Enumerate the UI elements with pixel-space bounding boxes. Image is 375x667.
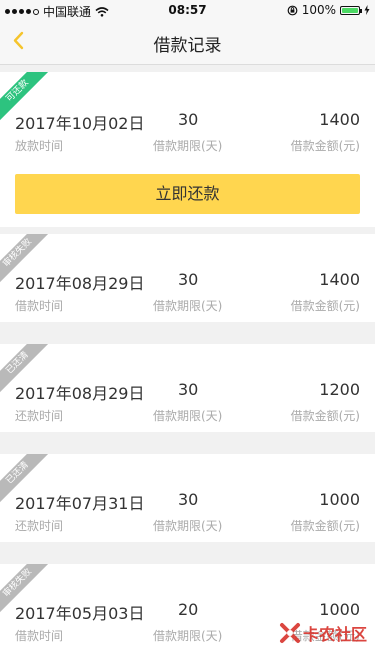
- battery-icon: [340, 5, 362, 15]
- loan-record-card: 审核失败 2017年08月29日 30 1400 借款时间 借款期限(天) 借款…: [0, 234, 375, 322]
- page-title: 借款记录: [153, 36, 222, 56]
- amount-label: 借款金额(元): [290, 519, 360, 533]
- battery-percent: 100%: [301, 3, 336, 17]
- loan-record-card: 审核失败 2017年05月03日 20 1000 借款时间 借款期限(天) 借款…: [0, 564, 375, 667]
- date-label: 放款时间: [15, 139, 64, 153]
- term-label: 借款期限(天): [153, 409, 223, 423]
- record-date: 2017年08月29日: [15, 274, 145, 293]
- rotation-lock-icon: [287, 5, 298, 15]
- term-label: 借款期限(天): [153, 519, 223, 533]
- logo-icon: [279, 623, 300, 643]
- watermark-text: 卡农社区: [302, 625, 367, 644]
- record-amount: 1400: [319, 110, 360, 129]
- term-label: 借款期限(天): [153, 139, 223, 153]
- watermark: 卡农社区: [279, 621, 367, 645]
- record-term: 30: [178, 110, 199, 129]
- record-term: 30: [178, 270, 199, 289]
- loan-record-card: 可还款 2017年10月02日 30 1400 放款时间 借款期限(天) 借款金…: [0, 72, 375, 227]
- record-term: 20: [178, 600, 199, 619]
- record-date: 2017年05月03日: [15, 604, 145, 623]
- amount-label: 借款金额(元): [290, 299, 360, 313]
- nav-bar: 借款记录: [0, 20, 375, 65]
- date-label: 还款时间: [15, 519, 64, 533]
- record-date: 2017年07月31日: [15, 494, 145, 513]
- record-date: 2017年08月29日: [15, 384, 145, 403]
- date-label: 借款时间: [15, 299, 64, 313]
- status-right: 100%: [287, 3, 370, 17]
- loan-record-card: 已还清 2017年07月31日 30 1000 还款时间 借款期限(天) 借款金…: [0, 454, 375, 542]
- loan-record-card: 已还清 2017年08月29日 30 1200 还款时间 借款期限(天) 借款金…: [0, 344, 375, 432]
- date-label: 借款时间: [15, 629, 64, 643]
- record-amount: 1400: [319, 270, 360, 289]
- record-amount: 1000: [319, 490, 360, 509]
- record-term: 30: [178, 490, 199, 509]
- date-label: 还款时间: [15, 409, 64, 423]
- record-amount: 1200: [319, 380, 360, 399]
- record-amount: 1000: [319, 600, 360, 619]
- charging-bolt-icon: [364, 5, 370, 15]
- amount-label: 借款金额(元): [290, 139, 360, 153]
- term-label: 借款期限(天): [153, 629, 223, 643]
- amount-label: 借款金额(元): [290, 409, 360, 423]
- record-date: 2017年10月02日: [15, 114, 145, 133]
- status-bar: 中国联通 08:57 100%: [0, 0, 375, 20]
- repay-now-button[interactable]: 立即还款: [15, 174, 360, 214]
- term-label: 借款期限(天): [153, 299, 223, 313]
- record-term: 30: [178, 380, 199, 399]
